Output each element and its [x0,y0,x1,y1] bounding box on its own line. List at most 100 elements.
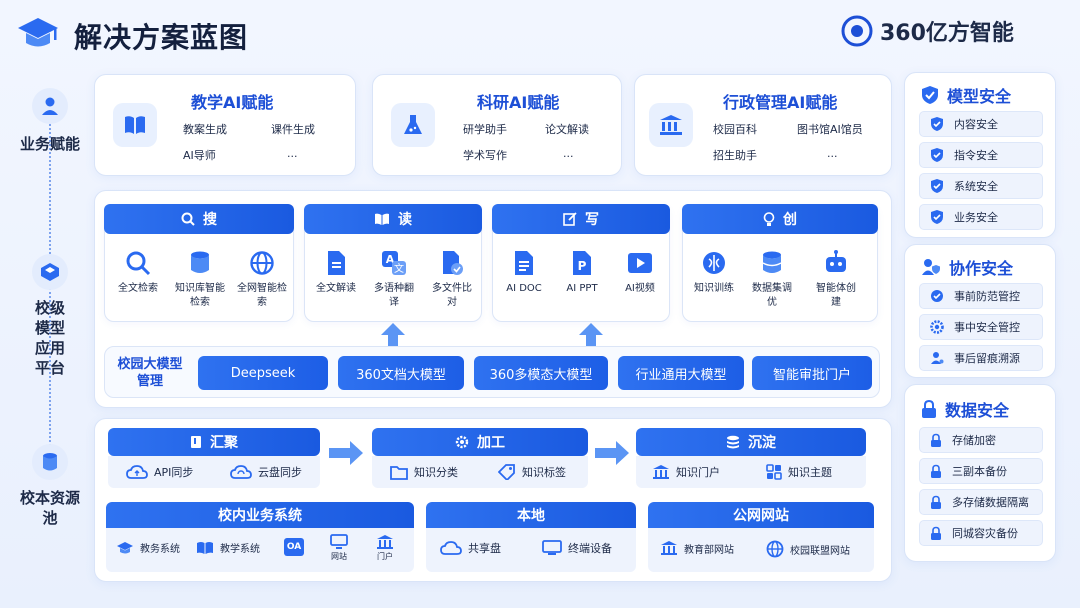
source-campus-header[interactable]: 校内业务系统 [106,502,414,528]
feature-item[interactable]: AI DOC [496,250,552,296]
security-item[interactable]: 内容安全 [919,111,1043,137]
feature-label: 全文检索 [118,283,158,294]
gear-shield-icon [930,320,944,334]
feature-item[interactable]: A文 多语种翻译 [366,250,422,310]
feature-item[interactable]: 智能体创建 [808,250,864,310]
source-item[interactable]: 终端设备 [542,540,612,556]
model-360-doc[interactable]: 360文档大模型 [338,356,464,390]
business-panel-teaching: 教学AI赋能 教案生成 课件生成 AI导师 ... [94,74,356,176]
pipeline-item[interactable]: 云盘同步 [230,464,302,480]
feature-item[interactable]: 全网智能检索 [234,250,290,310]
business-title: 教学AI赋能 [191,93,274,112]
pipeline-item-label: 知识标签 [522,466,566,479]
pipeline-gather-header[interactable]: 汇聚 [108,428,320,456]
model-approval-portal[interactable]: 智能审批门户 [752,356,872,390]
gear-icon [455,435,469,449]
category-create-header[interactable]: 创 [682,204,878,234]
source-item[interactable]: 教学系统 [196,540,260,555]
portal-icon [653,465,669,479]
feature-label: 全网智能检索 [237,283,287,308]
source-local-header[interactable]: 本地 [426,502,636,528]
category-search-header[interactable]: 搜 [104,204,294,234]
model-360-multimodal[interactable]: 360多模态大模型 [474,356,608,390]
security-item[interactable]: 系统安全 [919,173,1043,199]
oa-icon[interactable]: OA [284,538,304,556]
lock-icon [931,526,941,540]
pipeline-item[interactable]: API同步 [126,464,193,480]
feature-item[interactable]: P AI PPT [554,250,610,296]
pipeline-item[interactable]: 知识标签 [498,464,566,480]
security-item[interactable]: 事后留痕溯源 [919,345,1043,371]
lock-icon [931,433,941,447]
platform-icon [32,254,68,290]
security-item[interactable]: 存储加密 [919,427,1043,453]
cloud-disk-icon [230,465,252,479]
business-item: 教案生成 [183,123,227,136]
category-label: 搜 [203,212,217,228]
security-item[interactable]: 同城容灾备份 [919,520,1043,546]
security-item-label: 业务安全 [954,211,998,224]
business-item: 招生助手 [713,149,757,162]
source-item-label: 教育部网站 [684,544,734,556]
category-write-header[interactable]: 写 [492,204,670,234]
source-item[interactable]: 校园联盟网站 [766,540,850,558]
category-label: 创 [783,212,797,228]
pipeline-item[interactable]: 知识门户 [652,464,720,480]
oa-label: OA [286,542,302,552]
pipeline-item-label: 知识门户 [676,466,720,479]
source-item[interactable]: 门户 [372,534,398,562]
book-open-icon [374,212,390,226]
pipeline-item[interactable]: 知识主题 [766,464,832,480]
source-item-label: 终端设备 [568,542,612,555]
security-item[interactable]: 多存储数据隔离 [919,489,1043,515]
pipeline-item[interactable]: 知识分类 [390,464,458,480]
compare-files-icon [443,251,463,275]
flask-icon [391,103,435,147]
robot-icon [826,250,846,272]
feature-label: 多语种翻译 [374,283,414,308]
feature-item[interactable]: 全文检索 [110,250,166,296]
security-item[interactable]: 指令安全 [919,142,1043,168]
pipeline-item-label: 知识主题 [788,466,832,479]
security-item[interactable]: 三副本备份 [919,458,1043,484]
model-industry[interactable]: 行业通用大模型 [618,356,744,390]
video-icon [628,253,652,273]
doc-file-icon [515,251,533,275]
security-item[interactable]: 业务安全 [919,204,1043,230]
business-item: 图书馆AI馆员 [797,123,863,136]
feature-item[interactable]: 多文件比对 [424,250,480,310]
business-panel-admin: 行政管理AI赋能 校园百科 图书馆AI馆员 招生助手 ... [634,74,892,176]
business-icon [32,88,68,124]
feature-item[interactable]: 数据集调优 [744,250,800,310]
source-item[interactable]: 共享盘 [440,540,501,556]
model-deepseek[interactable]: Deepseek [198,356,328,390]
pipeline-deposit-header[interactable]: 沉淀 [636,428,866,456]
feature-label: AI DOC [506,283,542,294]
business-title: 行政管理AI赋能 [723,93,838,112]
svg-text:文: 文 [394,262,404,275]
feature-item[interactable]: 全文解读 [308,250,364,296]
security-item-label: 事前防范管控 [954,290,1020,303]
feature-label: 全文解读 [316,283,356,294]
source-public-header[interactable]: 公网网站 [648,502,874,528]
source-item-label: 共享盘 [468,542,501,555]
pipeline-process-header[interactable]: 加工 [372,428,588,456]
shield-check-icon [931,117,943,131]
header-icon [16,14,60,58]
category-label: 读 [398,212,412,228]
feature-item[interactable]: 知识库智能检索 [172,250,228,310]
security-item[interactable]: 事前防范管控 [919,283,1043,309]
cloud-sync-icon [126,465,148,479]
feature-item[interactable]: 知识训练 [686,250,742,296]
security-heading: 模型安全 [921,83,1011,107]
category-label: 写 [585,212,599,228]
feature-item[interactable]: AI视频 [612,250,668,296]
security-item[interactable]: 事中安全管控 [919,314,1043,340]
source-item[interactable]: 网站 [326,534,352,562]
category-read-header[interactable]: 读 [304,204,482,234]
business-item: 研学助手 [463,123,507,136]
source-label: 公网网站 [733,508,789,524]
source-item[interactable]: 教务系统 [116,540,180,555]
feature-label: AI PPT [566,283,598,294]
source-item[interactable]: 教育部网站 [660,540,734,556]
